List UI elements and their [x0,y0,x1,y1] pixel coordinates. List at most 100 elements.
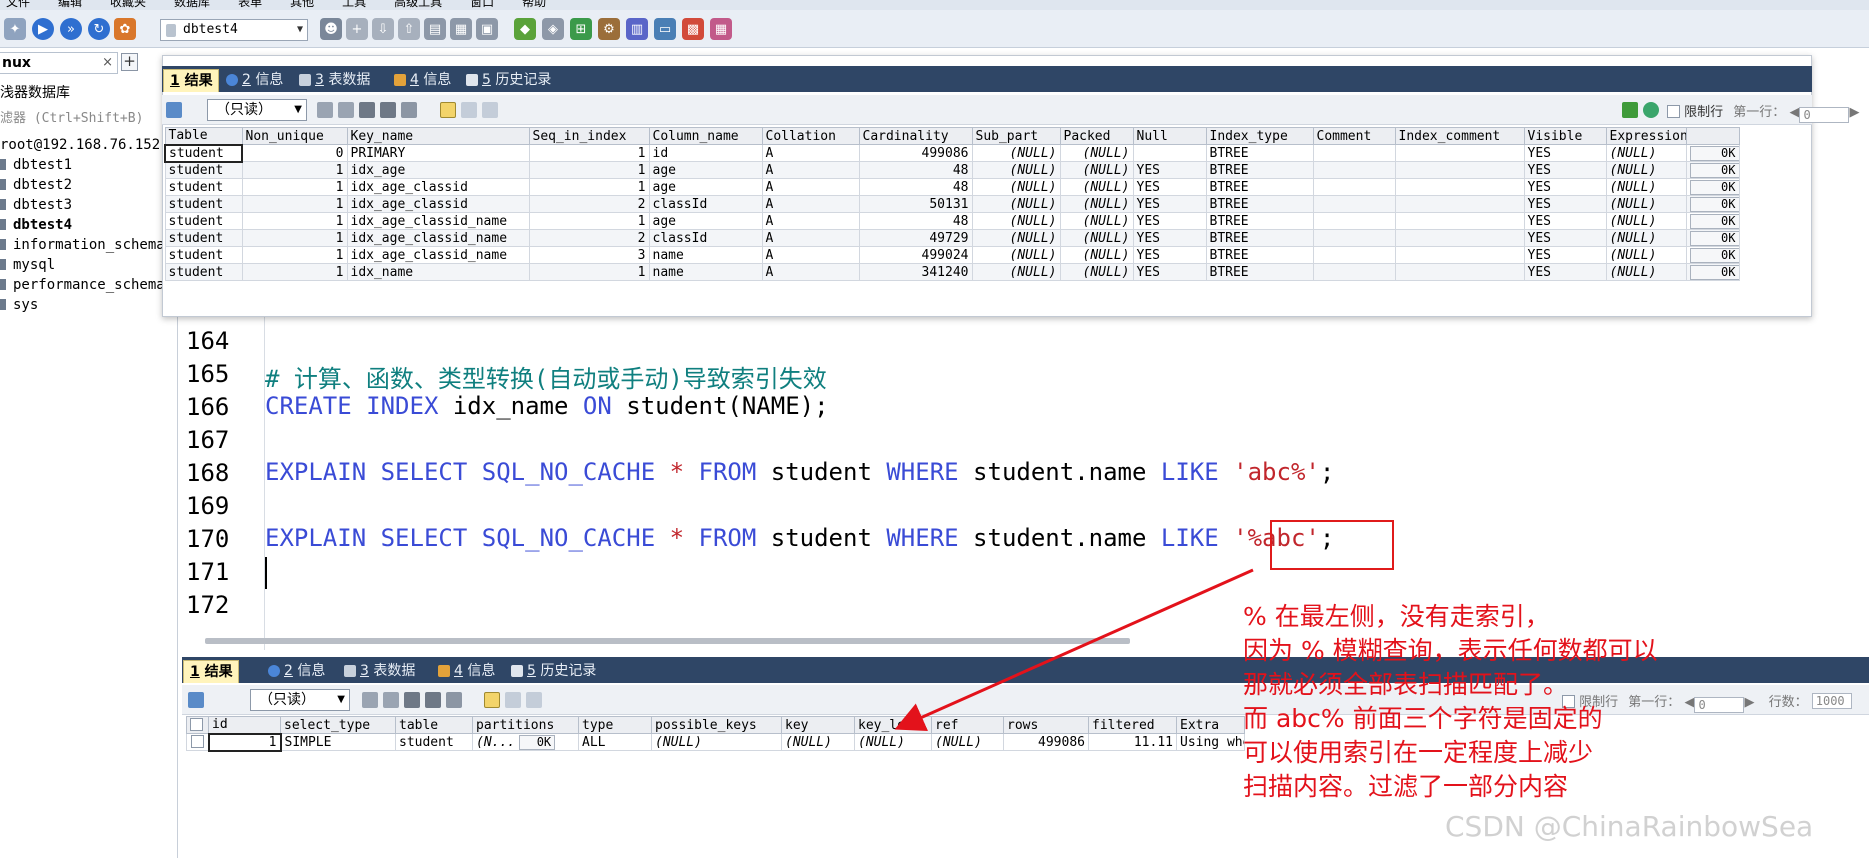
table-cell[interactable]: BTREE [1205,144,1314,162]
table-cell[interactable]: 1 [528,178,650,196]
menu-edit[interactable]: 编辑 [58,0,82,9]
column-header[interactable]: Column_name [648,127,763,145]
tree-item-performance-schema[interactable]: performance_schema [0,277,165,293]
form-view-icon[interactable] [461,102,477,118]
table-cell[interactable]: student [164,161,243,179]
menu-favorites[interactable]: 收藏夹 [110,0,146,9]
table-cell[interactable]: 1 [241,263,348,281]
table-cell[interactable]: YES [1132,246,1207,264]
table-cell[interactable]: student [164,246,243,264]
query-builder-icon[interactable]: ⊞ [570,18,592,40]
tab-info[interactable]: 2 信息 [264,660,325,683]
blob-button[interactable]: 0K [1689,145,1738,161]
blob-button[interactable]: 0K [1689,247,1738,263]
table-cell[interactable]: A [761,212,860,230]
column-header[interactable]: possible_keys [651,716,782,734]
table-cell[interactable]: 48 [858,161,973,179]
schema-icon[interactable]: ✿ [114,18,136,40]
table-row[interactable]: 1 SIMPLE student (N... 0K ALL (NULL) (NUL… [186,732,1245,752]
connection-node[interactable]: root@192.168.76.152 [0,137,160,153]
table-cell[interactable]: (NULL) [854,733,932,751]
blob-button[interactable]: 0K [1689,213,1738,229]
tab-result[interactable]: 1 结果 [163,69,219,92]
prev-icon[interactable]: ◀ [1789,105,1799,120]
table-cell[interactable]: (NULL) [1059,178,1134,196]
delete-icon[interactable] [380,102,396,118]
column-header[interactable]: Table [164,127,243,145]
blob-button[interactable]: 0K [1689,162,1738,178]
revert-icon[interactable] [401,102,417,118]
refresh-icon[interactable] [1643,102,1659,118]
backup-icon[interactable]: ⇩ [372,18,394,40]
menu-file[interactable]: 文件 [6,0,30,9]
text-view-icon[interactable] [526,692,542,708]
table-cell[interactable]: (NULL) [781,733,855,751]
column-header[interactable]: id [208,716,281,734]
table-cell[interactable]: (NULL) [971,161,1061,179]
checkbox[interactable] [190,717,203,731]
column-header[interactable]: Expression [1605,127,1687,145]
table-cell[interactable] [1312,195,1396,213]
readonly-select[interactable]: （只读） ▼ [250,689,350,711]
menu-tools[interactable]: 工具 [342,0,366,9]
table-cell[interactable]: 1 [528,161,650,179]
column-header[interactable]: partitions [472,716,579,734]
tree-item-information-schema[interactable]: information_schema [0,237,165,253]
table-cell[interactable] [1312,229,1396,247]
table-cell[interactable]: YES [1132,161,1207,179]
table-cell[interactable]: (NULL) [1059,161,1134,179]
column-header[interactable]: Sub_part [971,127,1061,145]
table-cell[interactable]: (NULL) [1605,263,1687,281]
table-cell[interactable]: (NULL) [971,178,1061,196]
table-cell[interactable]: 499086 [858,144,973,162]
table-cell[interactable]: age [648,178,763,196]
table-cell[interactable]: A [761,161,860,179]
table-cell[interactable]: YES [1523,212,1607,230]
copy-db-icon[interactable]: ▣ [476,18,498,40]
menu-window[interactable]: 窗口 [470,0,494,9]
table-cell[interactable]: (NULL) [931,733,1004,751]
table-cell[interactable] [1312,178,1396,196]
table-cell[interactable]: 1 [241,195,348,213]
tab-info-2[interactable]: 4 信息 [434,660,495,683]
column-header[interactable]: rows [1003,716,1089,734]
table-cell[interactable]: ALL [578,733,652,751]
column-header[interactable]: Null [1132,127,1207,145]
filter-icon[interactable] [1622,102,1638,118]
table-cell[interactable]: 1 [241,178,348,196]
table-cell[interactable]: YES [1523,161,1607,179]
table-cell[interactable]: Using where [1176,733,1245,751]
table-cell[interactable]: (NULL) [1605,178,1687,196]
table-cell[interactable]: BTREE [1205,246,1314,264]
table-cell[interactable]: (NULL) [1059,263,1134,281]
table-cell[interactable]: student [164,195,243,213]
table-cell[interactable]: idx_age_classid [346,178,530,196]
column-header[interactable]: filtered [1088,716,1177,734]
grid-view-icon[interactable] [440,102,456,118]
table-cell[interactable] [1132,144,1207,162]
blob-cell[interactable]: 0K [1685,195,1740,213]
user-manager-icon[interactable]: ☻ [320,18,342,40]
filter-input[interactable]: 滤器 (Ctrl+Shift+B) [0,107,143,126]
tab-history[interactable]: 5 历史记录 [462,69,551,92]
column-header[interactable]: select_type [280,716,396,734]
table-cell[interactable]: 2 [528,229,650,247]
menu-table[interactable]: 表单 [238,0,262,9]
table-cell[interactable]: (NULL) [971,212,1061,230]
table-row[interactable]: student 1 idx_age_classid_name 1 age A 48 (NULL… [164,212,1740,230]
limit-checkbox[interactable] [1667,105,1680,118]
table-cell[interactable]: student [164,212,243,230]
blob-button[interactable]: 0K [519,734,556,750]
table-cell[interactable]: A [761,246,860,264]
table-cell[interactable]: SIMPLE [280,733,396,751]
table-cell[interactable]: 1 [241,212,348,230]
blob-button[interactable]: 0K [1689,196,1738,212]
table-cell[interactable]: (NULL) [1605,195,1687,213]
table-cell[interactable]: (NULL) [971,144,1061,162]
table-cell[interactable]: idx_age_classid [346,195,530,213]
table-row[interactable]: student 1 idx_age_classid_name 3 name A 499024… [164,246,1740,264]
table-cell[interactable]: YES [1523,263,1607,281]
tree-item-dbtest1[interactable]: dbtest1 [0,157,72,173]
save-icon[interactable] [404,692,420,708]
editor-horizontal-scrollbar[interactable] [205,638,1130,644]
